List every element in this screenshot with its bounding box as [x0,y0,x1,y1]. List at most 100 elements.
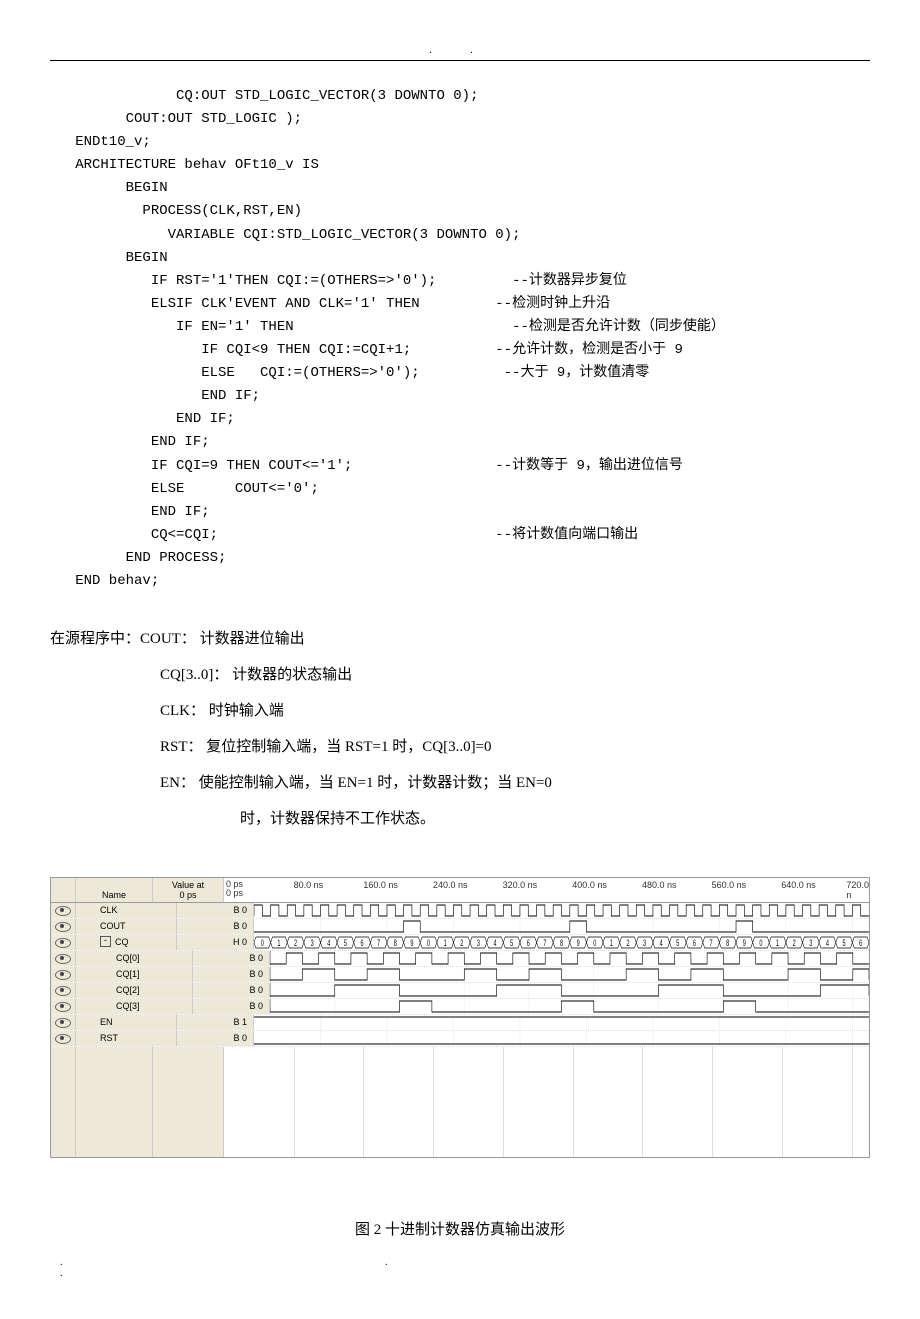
row-eye-icon[interactable] [51,999,76,1014]
waveform-row-CQ[3]: CQ[3]B 0 [51,999,869,1015]
svg-text:1: 1 [444,938,447,949]
svg-text:0: 0 [427,938,430,949]
waveform-row-CQ: -CQH 00123456789012345678901234567890123… [51,935,869,951]
signal-value: B 0 [177,919,254,934]
ruler-tick: 160.0 ns [363,880,398,890]
row-eye-icon[interactable] [51,1015,76,1030]
svg-text:3: 3 [311,938,314,949]
svg-text:2: 2 [460,938,463,949]
signal-timeline [270,967,869,982]
row-eye-icon[interactable] [51,967,76,982]
svg-text:0: 0 [261,938,264,949]
svg-text:2: 2 [626,938,629,949]
header-name-col: Name [76,878,153,902]
ruler-tick: 560.0 ns [712,880,747,890]
waveform-row-RST: RSTB 0 [51,1031,869,1047]
svg-text:1: 1 [610,938,613,949]
signal-timeline [254,1015,869,1030]
ruler-tick: 80.0 ns [294,880,324,890]
svg-text:1: 1 [776,938,779,949]
signal-value: B 0 [177,1031,254,1046]
signal-value: B 0 [177,903,254,918]
waveform-row-CQ[0]: CQ[0]B 0 [51,951,869,967]
signal-name[interactable]: COUT [76,919,177,934]
svg-text:7: 7 [543,938,546,949]
vhdl-code-block: CQ:OUT STD_LOGIC_VECTOR(3 DOWNTO 0); COU… [50,85,870,593]
svg-text:4: 4 [660,938,663,949]
row-eye-icon[interactable] [51,935,76,950]
waveform-blank-area [51,1047,869,1157]
svg-text:7: 7 [710,938,713,949]
ruler-tick: 640.0 ns [781,880,816,890]
svg-text:6: 6 [859,938,862,949]
signal-value: H 0 [177,935,254,950]
desc-en2: 时，计数器保持不工作状态。 [240,801,435,837]
ruler-tick: 400.0 ns [572,880,607,890]
signal-timeline [270,983,869,998]
row-eye-icon[interactable] [51,1031,76,1046]
svg-text:3: 3 [809,938,812,949]
svg-text:3: 3 [643,938,646,949]
header-icon-col [51,878,76,902]
svg-text:5: 5 [676,938,679,949]
svg-text:4: 4 [493,938,496,949]
header-ruler: 0 ps 0 ps 80.0 ns 160.0 ns 240.0 ns 320.… [224,878,869,902]
svg-text:6: 6 [361,938,364,949]
waveform-row-COUT: COUTB 0 [51,919,869,935]
desc-en: EN： 使能控制输入端，当 EN=1 时，计数器计数；当 EN=0 [160,765,552,801]
svg-text:5: 5 [344,938,347,949]
svg-text:1: 1 [277,938,280,949]
svg-text:0: 0 [759,938,762,949]
signal-name[interactable]: EN [76,1015,177,1030]
svg-text:7: 7 [377,938,380,949]
signal-timeline [270,951,869,966]
figure-caption: 图 2 十进制计数器仿真输出波形 [50,1218,870,1239]
signal-value: B 0 [193,951,270,966]
waveform-row-CQ[1]: CQ[1]B 0 [51,967,869,983]
row-eye-icon[interactable] [51,983,76,998]
header-value-col: Value at 0 ps [153,878,224,902]
signal-value: B 0 [193,999,270,1014]
waveform-row-EN: ENB 1 [51,1015,869,1031]
signal-name[interactable]: CQ[2] [76,983,193,998]
ruler-tick: 240.0 ns [433,880,468,890]
top-dots: . . [429,45,491,56]
svg-text:9: 9 [410,938,413,949]
ruler-zero: 0 ps 0 ps [226,880,243,898]
signal-value: B 0 [193,967,270,982]
ruler-tick: 720.0 n [846,880,869,900]
signal-name[interactable]: RST [76,1031,177,1046]
signal-name[interactable]: CLK [76,903,177,918]
ruler-tick: 320.0 ns [503,880,538,890]
row-eye-icon[interactable] [51,919,76,934]
svg-text:0: 0 [593,938,596,949]
signal-name[interactable]: CQ[1] [76,967,193,982]
signal-timeline [254,903,869,918]
signal-description: 在源程序中：COUT： 计数器进位输出 CQ[3..0]： 计数器的状态输出 C… [50,621,870,837]
desc-rst: RST： 复位控制输入端，当 RST=1 时，CQ[3..0]=0 [160,729,492,765]
collapse-icon[interactable]: - [100,936,111,947]
desc-clk: CLK： 时钟输入端 [160,693,284,729]
signal-timeline: 0123456789012345678901234567890123456 [254,935,869,950]
row-eye-icon[interactable] [51,951,76,966]
waveform-header: Name Value at 0 ps 0 ps 0 ps 80.0 ns 160… [51,878,869,903]
desc-intro: 在源程序中：COUT： 计数器进位输出 [50,621,305,657]
svg-text:4: 4 [826,938,829,949]
signal-value: B 0 [193,983,270,998]
signal-name[interactable]: CQ[3] [76,999,193,1014]
signal-name[interactable]: CQ[0] [76,951,193,966]
ruler-tick: 480.0 ns [642,880,677,890]
svg-text:6: 6 [527,938,530,949]
svg-text:9: 9 [743,938,746,949]
footer-dots: . . . [50,1257,870,1279]
svg-text:5: 5 [510,938,513,949]
signal-timeline [270,999,869,1014]
signal-name[interactable]: -CQ [76,935,177,950]
row-eye-icon[interactable] [51,903,76,918]
svg-text:8: 8 [560,938,563,949]
waveform-viewer: Name Value at 0 ps 0 ps 0 ps 80.0 ns 160… [50,877,870,1158]
signal-timeline [254,919,869,934]
signal-timeline [254,1031,869,1046]
svg-text:2: 2 [294,938,297,949]
svg-text:9: 9 [577,938,580,949]
